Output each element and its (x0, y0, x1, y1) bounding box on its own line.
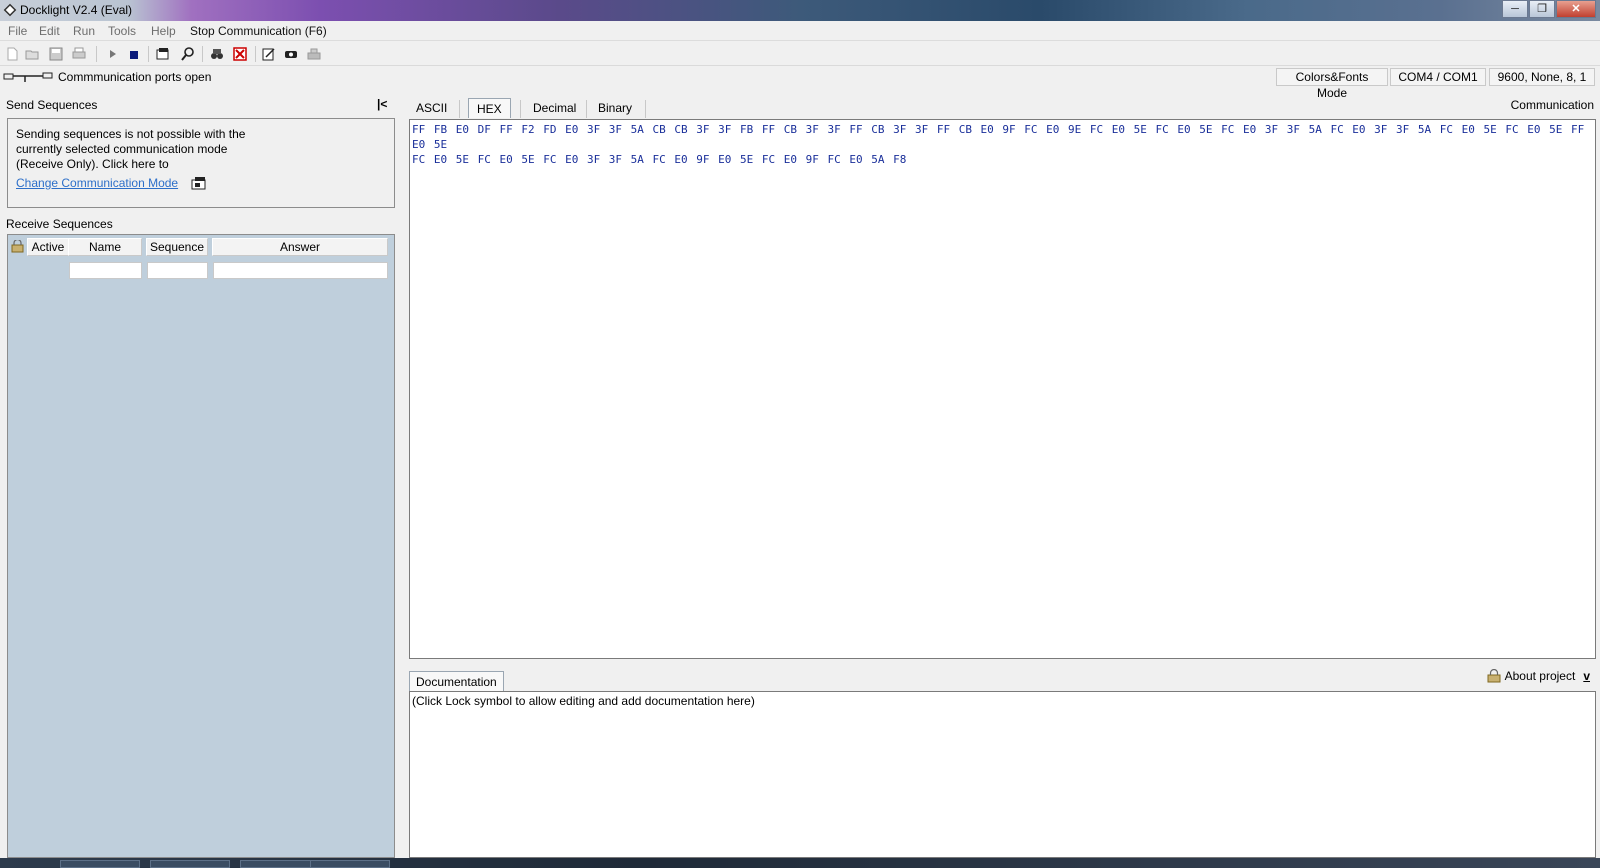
snapshot-icon[interactable] (284, 47, 298, 61)
send-disabled-message: Sending sequences is not possible with t… (16, 127, 246, 171)
lock-icon[interactable] (11, 240, 24, 253)
window-controls: ─ ❐ ✕ (1501, 0, 1596, 18)
new-row-sequence-cell[interactable] (147, 262, 208, 279)
toolbar-separator (148, 46, 149, 62)
tab-ascii[interactable]: ASCII (408, 98, 455, 118)
colors-fonts-mode-button[interactable]: Colors&Fonts Mode (1276, 68, 1388, 100)
tab-separator (520, 100, 521, 118)
about-project: About project v (1487, 669, 1590, 683)
tab-decimal[interactable]: Decimal (525, 98, 584, 118)
com-ports-indicator[interactable]: COM4 / COM1 (1390, 68, 1486, 86)
tab-separator (645, 100, 646, 118)
port-settings-indicator[interactable]: 9600, None, 8, 1 (1489, 68, 1595, 86)
binoculars-icon[interactable] (210, 47, 224, 61)
save-icon[interactable] (49, 47, 63, 61)
stop-icon[interactable] (127, 47, 141, 61)
window-title: Docklight V2.4 (Eval) (20, 3, 133, 17)
play-icon[interactable] (106, 47, 120, 61)
taskbar-item[interactable] (310, 860, 390, 868)
serial-cable-icon (3, 72, 53, 82)
taskbar-item[interactable] (240, 860, 320, 868)
menu-stop-communication[interactable]: Stop Communication (F6) (190, 24, 327, 38)
column-header-name[interactable]: Name (68, 238, 142, 256)
communication-label: Communication (1510, 98, 1594, 112)
title-bar: Docklight V2.4 (Eval) ─ ❐ ✕ (0, 0, 1600, 21)
toolbar-separator (96, 46, 97, 62)
menu-tools[interactable]: Tools (108, 24, 136, 38)
toolbar-separator (202, 46, 203, 62)
edit-icon[interactable] (262, 47, 276, 61)
minimize-button[interactable]: ─ (1502, 0, 1528, 18)
new-file-icon[interactable] (5, 47, 19, 61)
taskbar-item[interactable] (60, 860, 140, 868)
close-button[interactable]: ✕ (1556, 0, 1596, 18)
column-header-active[interactable]: Active (27, 238, 69, 256)
status-row: Commmunication ports open Colors&Fonts M… (0, 67, 1600, 100)
tab-separator (586, 100, 587, 118)
menu-file[interactable]: File (8, 24, 27, 38)
menu-bar: File Edit Run Tools Help Stop Communicat… (0, 21, 1600, 41)
open-folder-icon[interactable] (25, 47, 39, 61)
maximize-button[interactable]: ❐ (1529, 0, 1555, 18)
documentation-placeholder: (Click Lock symbol to allow editing and … (412, 694, 755, 708)
menu-help[interactable]: Help (151, 24, 176, 38)
send-sequences-box: Sending sequences is not possible with t… (7, 118, 395, 208)
collapse-panel-button[interactable]: |< (377, 97, 387, 111)
keyboard-icon[interactable] (307, 47, 321, 61)
new-row-name-cell[interactable] (69, 262, 142, 279)
print-icon[interactable] (72, 47, 86, 61)
taskbar (0, 858, 1600, 868)
hex-data-output: FF FB E0 DF FF F2 FD E0 3F 3F 5A CB CB 3… (412, 122, 1592, 167)
column-header-sequence[interactable]: Sequence (146, 238, 208, 256)
lock-icon[interactable] (1487, 669, 1501, 683)
tab-separator (459, 100, 460, 118)
search-icon[interactable] (181, 47, 195, 61)
clear-icon[interactable] (233, 47, 247, 61)
hex-data-line: FC E0 5E FC E0 5E FC E0 3F 3F 5A FC E0 9… (412, 153, 907, 166)
docklight-app-icon (3, 3, 17, 17)
about-project-label[interactable]: About project (1505, 669, 1576, 683)
new-row-answer-cell[interactable] (213, 262, 388, 279)
toolbar-separator (255, 46, 256, 62)
documentation-area[interactable]: (Click Lock symbol to allow editing and … (409, 691, 1596, 858)
change-communication-mode-link[interactable]: Change Communication Mode (16, 176, 178, 190)
communication-output[interactable]: FF FB E0 DF FF F2 FD E0 3F 3F 5A CB CB 3… (409, 119, 1596, 659)
taskbar-item[interactable] (150, 860, 230, 868)
tab-hex[interactable]: HEX (468, 98, 511, 118)
menu-run[interactable]: Run (73, 24, 95, 38)
collapse-documentation-button[interactable]: v (1583, 669, 1590, 683)
communication-status-text: Commmunication ports open (58, 70, 212, 84)
tab-documentation[interactable]: Documentation (409, 671, 504, 691)
column-header-answer[interactable]: Answer (212, 238, 388, 256)
receive-sequences-table: Active Name Sequence Answer (7, 234, 395, 858)
toolbar (0, 42, 1600, 66)
menu-edit[interactable]: Edit (39, 24, 60, 38)
settings-icon[interactable] (156, 47, 170, 61)
communication-mode-icon[interactable] (191, 176, 207, 190)
send-sequences-label: Send Sequences (6, 98, 98, 112)
receive-sequences-label: Receive Sequences (6, 217, 113, 231)
hex-data-line: FF FB E0 DF FF F2 FD E0 3F 3F 5A CB CB 3… (412, 123, 1593, 151)
tab-binary[interactable]: Binary (590, 98, 640, 118)
